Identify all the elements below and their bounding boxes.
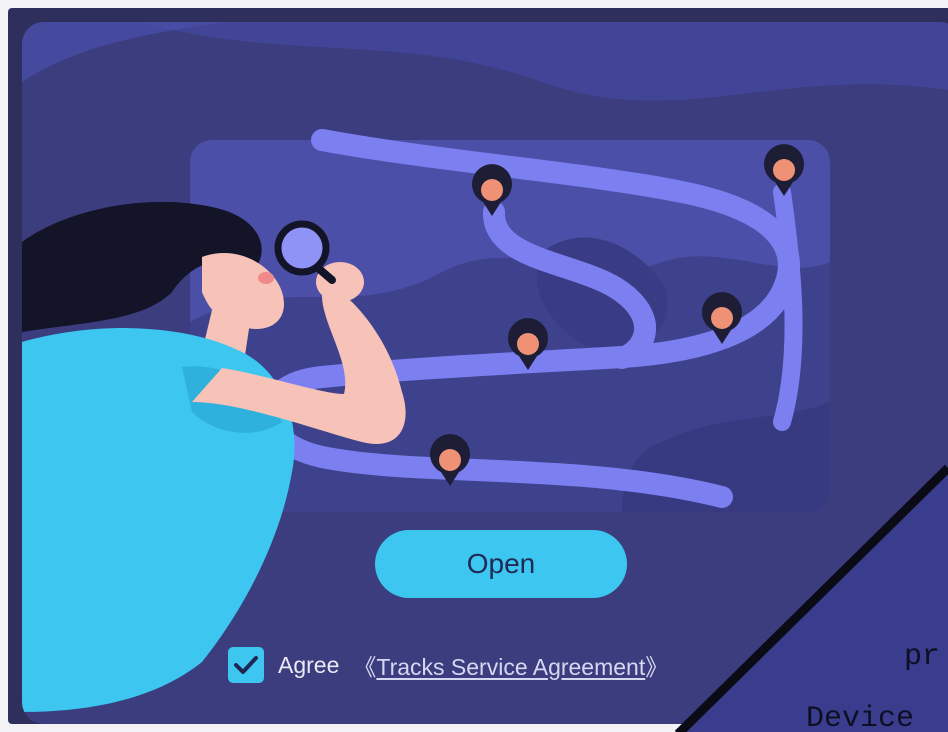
overlay-text-line: Device <box>806 702 915 732</box>
screenshot-stage: Open Agree 《Tracks Service Agreement》 pr… <box>0 0 948 732</box>
app-screen: Open Agree 《Tracks Service Agreement》 <box>8 8 948 724</box>
agree-checkbox[interactable] <box>228 647 264 683</box>
cheek <box>258 272 274 284</box>
agreement-row: Agree 《Tracks Service Agreement》 <box>228 646 668 684</box>
checkmark-icon <box>234 656 258 674</box>
link-text: Tracks Service Agreement <box>376 654 646 680</box>
link-close-bracket: 》 <box>645 654 669 680</box>
map-illustration <box>22 22 948 712</box>
agree-label: Agree <box>278 651 340 678</box>
tracks-service-agreement-link[interactable]: 《Tracks Service Agreement》 <box>353 648 668 682</box>
promo-card: Open Agree 《Tracks Service Agreement》 <box>22 22 948 724</box>
overlay-text-line: pr <box>904 640 941 674</box>
open-button[interactable]: Open <box>375 530 627 598</box>
link-open-bracket: 《 <box>353 654 377 680</box>
background-blob-top <box>142 22 948 101</box>
